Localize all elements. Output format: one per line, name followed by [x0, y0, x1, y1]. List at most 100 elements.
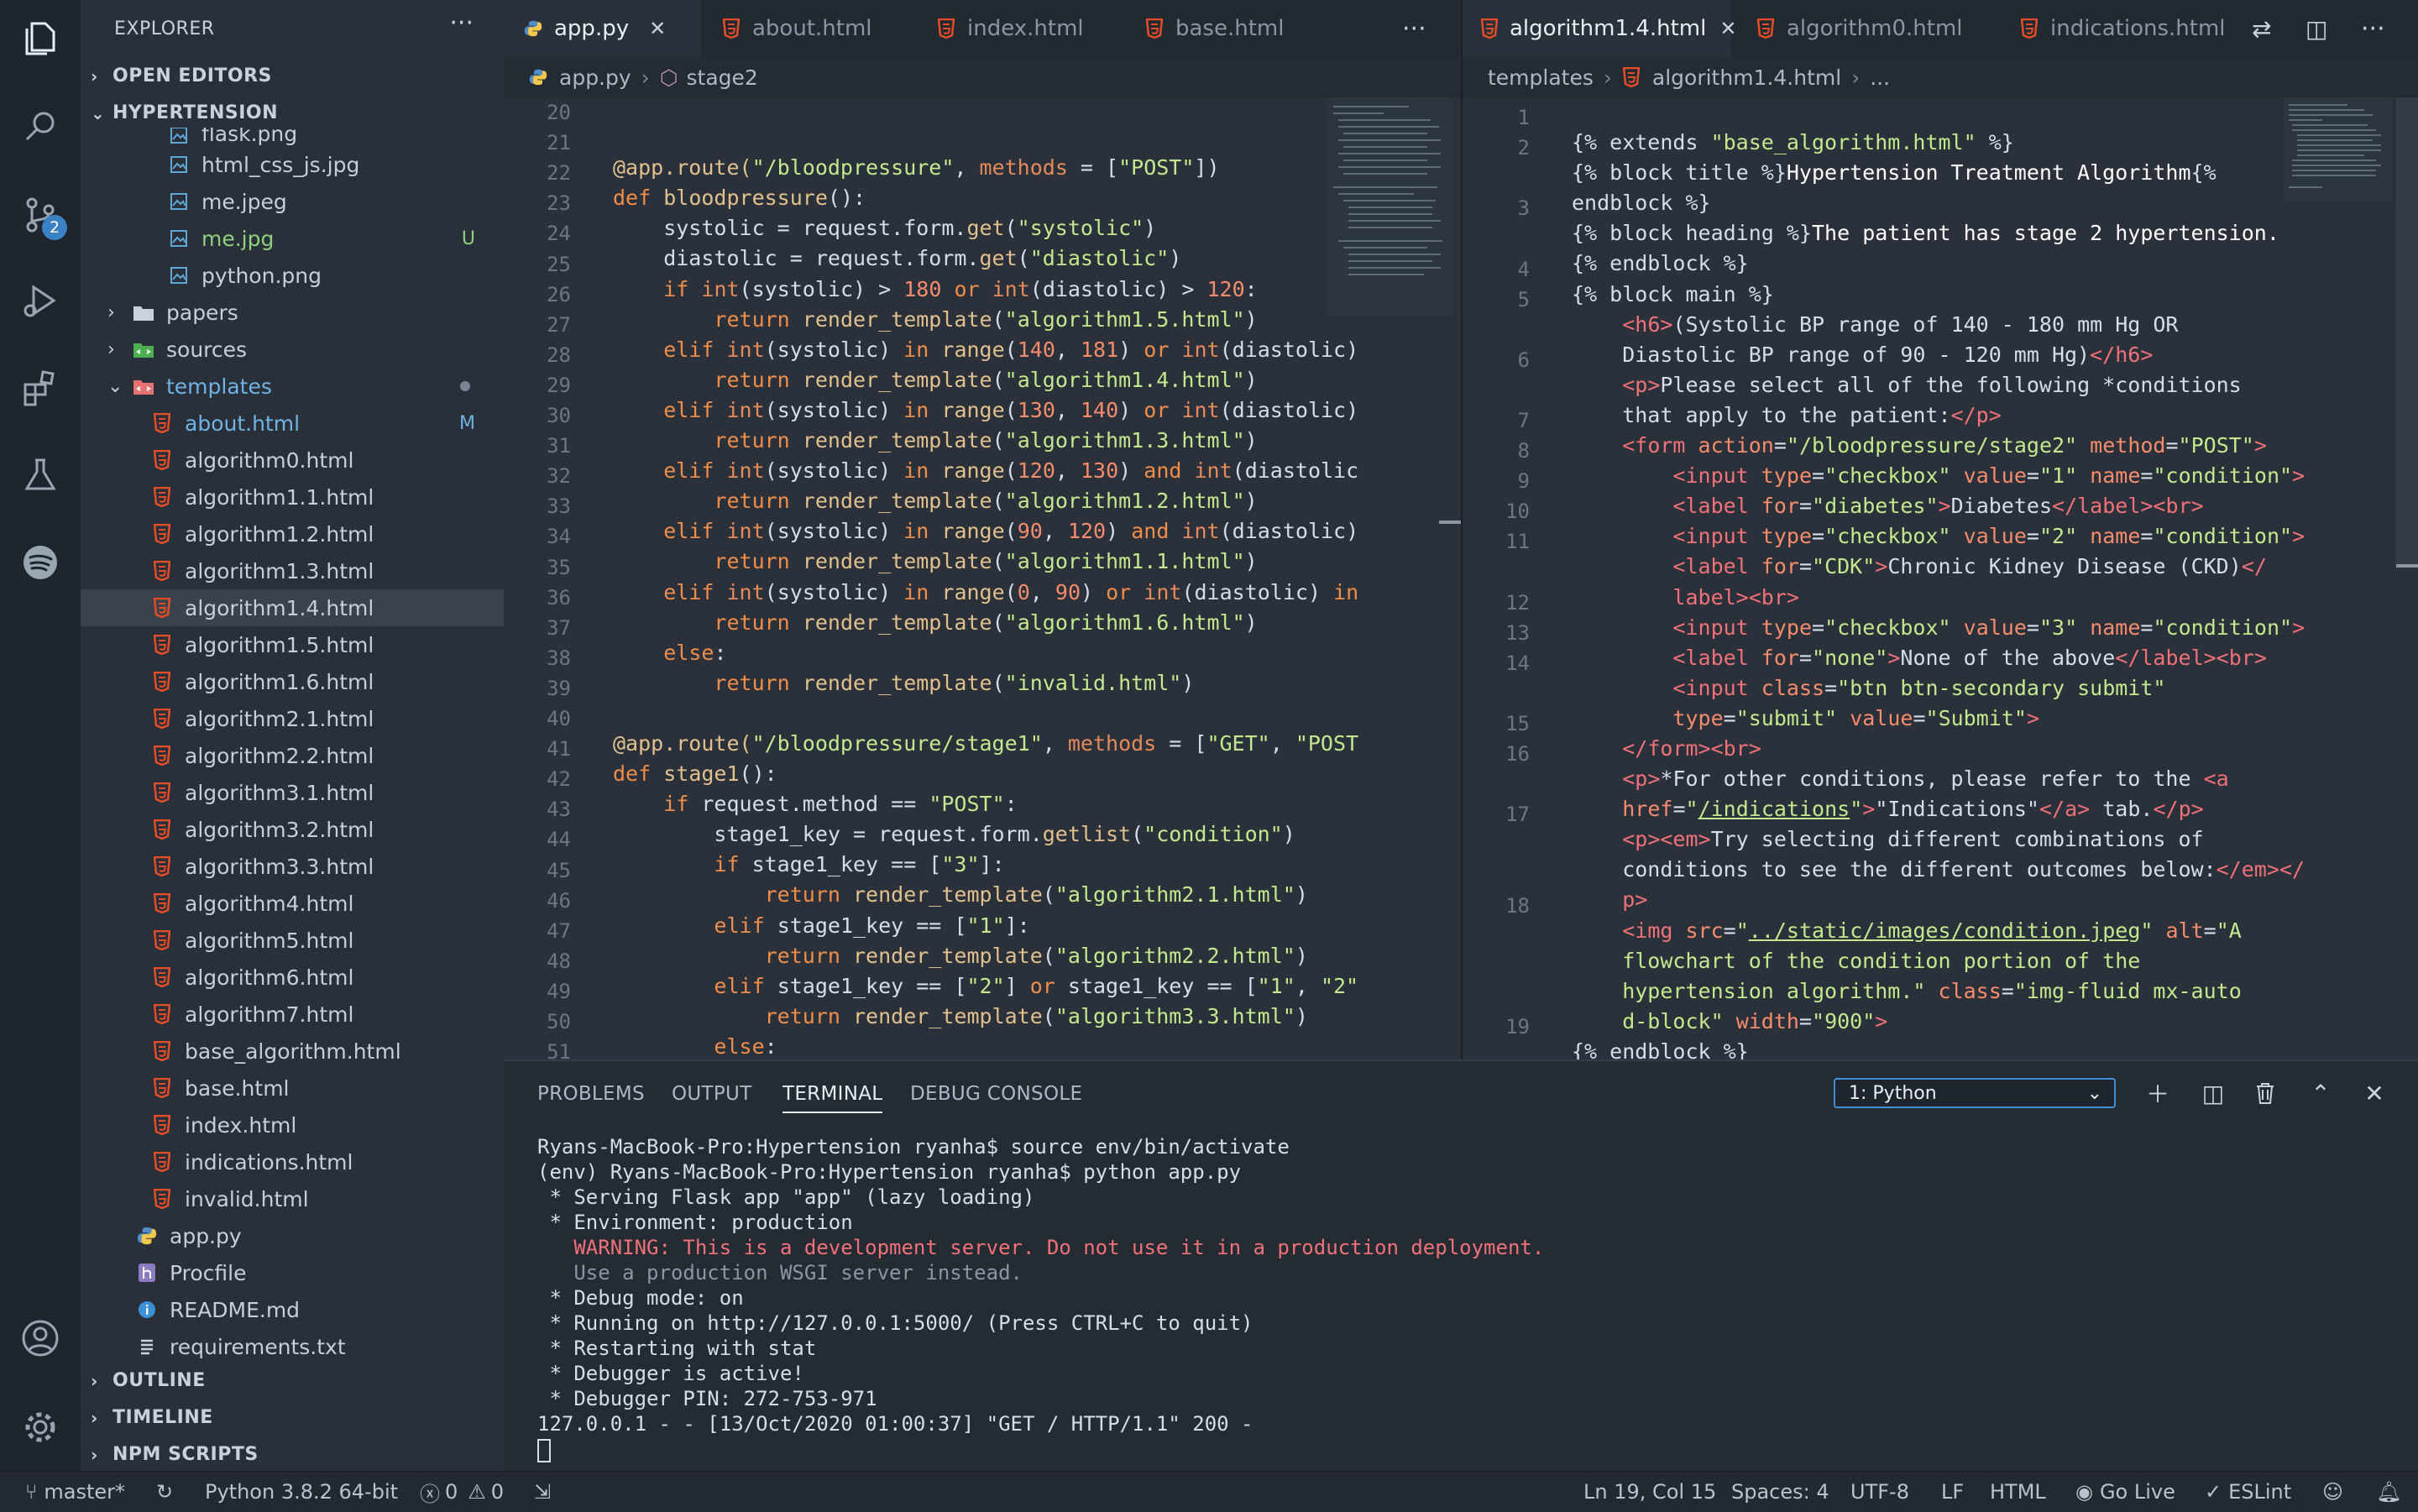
testing-flask-icon[interactable] — [17, 452, 64, 499]
breadcrumb-more[interactable]: ... — [1870, 65, 1890, 90]
encoding[interactable]: UTF-8 — [1850, 1472, 1909, 1512]
tab-algorithm0-html[interactable]: algorithm0.html — [1756, 0, 1963, 57]
maximize-panel-chevron-up-icon[interactable]: ⌃ — [2304, 1076, 2337, 1110]
explorer-icon[interactable] — [17, 15, 64, 62]
tabs-more-icon[interactable]: ··· — [2361, 0, 2385, 57]
run-debug-icon[interactable] — [17, 277, 64, 324]
tab-app-py[interactable]: app.py ✕ — [504, 0, 700, 57]
tree-file-html[interactable]: algorithm1.3.html — [81, 552, 504, 589]
tab-terminal[interactable]: TERMINAL — [782, 1083, 883, 1113]
end-of-line[interactable]: LF — [1941, 1472, 1964, 1512]
tree-folder-sources[interactable]: › sources — [81, 331, 504, 368]
tree-file-partial[interactable]: flask.png — [81, 128, 504, 146]
split-terminal-icon[interactable]: ◫ — [2196, 1076, 2230, 1110]
tree-file-html[interactable]: algorithm3.2.html — [81, 811, 504, 848]
tree-file-image[interactable]: me.jpg U — [81, 220, 504, 257]
problems-status[interactable]: ⓧ 0 ⚠ 0 — [420, 1472, 504, 1512]
explorer-more-icon[interactable]: ··· — [449, 8, 474, 38]
tree-file-html[interactable]: algorithm6.html — [81, 959, 504, 996]
tree-file-html[interactable]: algorithm7.html — [81, 996, 504, 1033]
breadcrumb-folder[interactable]: templates — [1488, 65, 1594, 90]
branch-status[interactable]: ⑂ master* — [25, 1472, 125, 1512]
language-mode[interactable]: HTML — [1990, 1472, 2046, 1512]
open-editors-section[interactable]: › OPEN EDITORS — [91, 65, 272, 86]
new-terminal-plus-icon[interactable]: ＋ — [2141, 1076, 2175, 1110]
scrollbar-thumb[interactable] — [2396, 97, 2418, 568]
algorithm-html-code[interactable]: {% extends "base_algorithm.html" %} {% b… — [1572, 97, 2305, 1059]
feedback-icon[interactable]: ☺ — [2322, 1472, 2343, 1512]
tree-file-root[interactable]: README.md — [81, 1291, 504, 1328]
cursor-position[interactable]: Ln 19, Col 15 — [1583, 1472, 1716, 1512]
tree-file-html[interactable]: algorithm3.1.html — [81, 774, 504, 811]
tree-file-root[interactable]: app.py — [81, 1217, 504, 1254]
source-control-icon[interactable]: 2 — [17, 191, 67, 240]
search-icon[interactable] — [17, 102, 64, 149]
tree-file-image[interactable]: html_css_js.jpg — [81, 146, 504, 183]
tree-file-html[interactable]: algorithm3.3.html — [81, 848, 504, 885]
tree-file-html[interactable]: algorithm1.6.html — [81, 663, 504, 700]
minimap[interactable] — [1327, 97, 1452, 316]
app-py-code[interactable]: @app.route("/bloodpressure", methods = [… — [613, 97, 1358, 1059]
breadcrumb-file[interactable]: app.py — [559, 65, 631, 90]
minimap[interactable] — [2284, 97, 2393, 201]
tree-folder-templates[interactable]: ⌄ templates — [81, 368, 504, 405]
tab-index-html[interactable]: index.html — [937, 0, 1084, 57]
tab-debug-console[interactable]: DEBUG CONSOLE — [910, 1083, 1082, 1105]
settings-gear-icon[interactable] — [17, 1404, 64, 1451]
tree-file-html[interactable]: algorithm2.2.html — [81, 737, 504, 774]
scrollbar-thumb[interactable] — [1439, 521, 1461, 524]
tab-problems[interactable]: PROBLEMS — [537, 1083, 645, 1105]
npm-scripts-section[interactable]: › NPM SCRIPTS — [91, 1444, 259, 1465]
tab-base-html[interactable]: base.html — [1145, 0, 1284, 57]
tree-file-html[interactable]: algorithm4.html — [81, 885, 504, 922]
tab-algorithm1-4-html[interactable]: algorithm1.4.html ✕ — [1463, 0, 1736, 57]
tab-output[interactable]: OUTPUT — [672, 1083, 752, 1105]
python-interpreter[interactable]: Python 3.8.2 64-bit — [205, 1472, 398, 1512]
sync-icon[interactable]: ↻ — [156, 1472, 173, 1512]
close-icon[interactable]: ✕ — [649, 17, 666, 40]
tree-file-root[interactable]: requirements.txt — [81, 1328, 504, 1365]
outline-section[interactable]: › OUTLINE — [91, 1370, 206, 1391]
port-icon[interactable]: ⇲ — [534, 1472, 551, 1512]
tabs-more-icon[interactable]: ··· — [1402, 0, 1426, 57]
eslint-status[interactable]: ✓ ESLint — [2205, 1472, 2291, 1512]
breadcrumb-file[interactable]: algorithm1.4.html — [1652, 65, 1841, 90]
account-icon[interactable] — [17, 1315, 64, 1362]
tree-file-html[interactable]: base_algorithm.html — [81, 1033, 504, 1070]
tab-indications-html[interactable]: indications.html — [2020, 0, 2226, 57]
terminal-select[interactable]: 1: Python ⌄ — [1834, 1078, 2116, 1108]
tree-file-html[interactable]: index.html — [81, 1107, 504, 1143]
tree-file-html[interactable]: algorithm5.html — [81, 922, 504, 959]
tree-file-html[interactable]: invalid.html — [81, 1180, 504, 1217]
notifications-bell-icon[interactable]: 🔔︎ — [2376, 1472, 2401, 1512]
tree-file-html[interactable]: algorithm0.html — [81, 442, 504, 479]
close-panel-icon[interactable]: ✕ — [2358, 1076, 2391, 1110]
tree-file-html[interactable]: about.html M — [81, 405, 504, 442]
tree-file-html[interactable]: algorithm1.1.html — [81, 479, 504, 515]
line-number: 21 — [547, 131, 571, 155]
project-section[interactable]: ⌄ HYPERTENSION — [91, 102, 278, 123]
tree-file-html[interactable]: algorithm1.5.html — [81, 626, 504, 663]
tree-file-html[interactable]: indications.html — [81, 1143, 504, 1180]
right-code-editor[interactable]: 1 2 3 4 5 6 7 8 9 10 11 12 13 14 15 16 17 18 19 {% extends… — [1463, 97, 2418, 1059]
tree-file-html[interactable]: algorithm1.4.html — [81, 589, 504, 626]
tree-file-root[interactable]: Procfile — [81, 1254, 504, 1291]
close-icon[interactable]: ✕ — [1719, 17, 1736, 40]
trash-icon[interactable] — [2248, 1076, 2282, 1110]
tab-about-html[interactable]: about.html — [722, 0, 872, 57]
timeline-section[interactable]: › TIMELINE — [91, 1407, 213, 1428]
extensions-icon[interactable] — [17, 364, 64, 411]
open-changes-icon[interactable]: ⇄ — [2252, 0, 2271, 57]
tree-file-image[interactable]: me.jpeg — [81, 183, 504, 220]
split-editor-icon[interactable]: ◫ — [2305, 0, 2327, 57]
spotify-icon[interactable] — [17, 539, 64, 586]
tree-file-html[interactable]: algorithm1.2.html — [81, 515, 504, 552]
indentation[interactable]: Spaces: 4 — [1731, 1472, 1829, 1512]
left-code-editor[interactable]: 20 21 22 23 24 25 26 27 28 29 30 31 32 33 34 35 36 37 38 39… — [504, 97, 1461, 1059]
tree-file-html[interactable]: algorithm2.1.html — [81, 700, 504, 737]
tree-file-image[interactable]: python.png — [81, 257, 504, 294]
tree-file-html[interactable]: base.html — [81, 1070, 504, 1107]
go-live-button[interactable]: ◉ Go Live — [2075, 1472, 2175, 1512]
tree-folder-papers[interactable]: › papers — [81, 294, 504, 331]
breadcrumb-symbol[interactable]: stage2 — [687, 65, 758, 90]
